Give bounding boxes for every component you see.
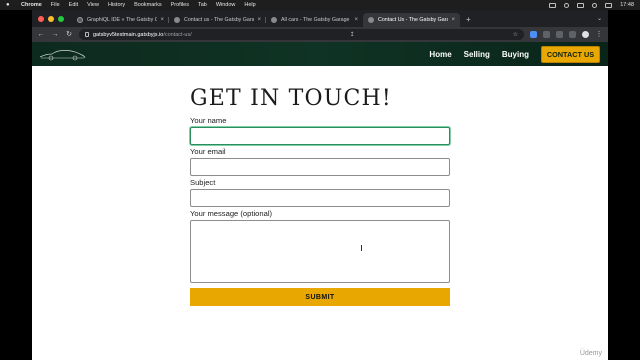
new-tab-button[interactable]: + [460, 15, 477, 27]
focus-icon[interactable] [564, 2, 570, 8]
menu-tab[interactable]: Tab [198, 2, 207, 8]
tab-graphiql[interactable]: GraphiQL IDE « The Gatsby Ga… × [72, 13, 169, 27]
extension-icon[interactable] [543, 31, 550, 38]
tab-title: Contact us - The Gatsby Garage [184, 17, 255, 23]
menu-edit[interactable]: Edit [69, 2, 78, 8]
minimize-window-button[interactable] [48, 16, 54, 22]
url-path: /contact-us/ [163, 31, 192, 38]
submit-button[interactable]: SUBMIT [190, 288, 450, 306]
tab-title: All cars - The Gatsby Garage [281, 17, 350, 23]
macos-menubar: ● Chrome File Edit View History Bookmark… [0, 0, 640, 10]
control-center-icon[interactable] [605, 2, 613, 8]
favicon-icon [271, 17, 277, 23]
close-window-button[interactable] [38, 16, 44, 22]
menu-window[interactable]: Window [216, 2, 236, 8]
email-label: Your email [190, 147, 226, 156]
subject-label: Subject [190, 178, 216, 187]
bookmark-star-icon[interactable]: ☆ [513, 31, 518, 38]
lock-icon[interactable] [85, 32, 89, 37]
close-tab-icon[interactable]: × [257, 17, 261, 23]
contact-us-button[interactable]: CONTACT US [541, 45, 600, 63]
name-input[interactable] [190, 127, 450, 145]
name-label: Your name [190, 116, 227, 125]
chrome-tab-strip: GraphiQL IDE « The Gatsby Ga… × Contact … [32, 10, 608, 27]
menu-app-name[interactable]: Chrome [21, 2, 42, 8]
tab-search-icon[interactable]: ⌄ [597, 15, 608, 27]
close-tab-icon[interactable]: × [451, 17, 455, 23]
share-icon[interactable]: ↥ [350, 31, 355, 38]
menu-profiles[interactable]: Profiles [171, 2, 189, 8]
nav-selling-link[interactable]: Selling [464, 50, 490, 59]
puzzle-icon[interactable] [556, 31, 563, 38]
profile-avatar[interactable] [582, 31, 589, 38]
forward-icon[interactable]: → [51, 31, 59, 39]
contact-form: GET IN TOUCH! Your name Your email Subje… [190, 84, 450, 306]
nav-buying-link[interactable]: Buying [502, 50, 529, 59]
tab-title: Contact Us - The Gatsby Garag… [378, 17, 449, 23]
nav-home-link[interactable]: Home [429, 50, 451, 59]
menubar-status-area: 17:48 [549, 2, 634, 8]
menu-view[interactable]: View [87, 2, 99, 8]
text-cursor-icon [361, 245, 364, 251]
close-tab-icon[interactable]: × [160, 17, 164, 23]
car-logo-icon[interactable] [38, 46, 86, 62]
email-input[interactable] [190, 158, 450, 176]
wordpress-icon [77, 17, 83, 23]
screen: ● Chrome File Edit View History Bookmark… [0, 0, 640, 360]
kebab-menu-icon[interactable]: ⋮ [595, 31, 603, 39]
apple-icon[interactable]: ● [6, 2, 12, 8]
extension-icon[interactable] [530, 31, 537, 38]
tab-contact-us[interactable]: Contact us - The Gatsby Garage × [169, 13, 266, 27]
favicon-icon [174, 17, 180, 23]
site-header: Home Selling Buying CONTACT US [32, 42, 608, 66]
screen-record-icon[interactable] [549, 2, 557, 8]
menu-bookmarks[interactable]: Bookmarks [134, 2, 162, 8]
chrome-toolbar: ← → ↻ gatsbyv5testmain.gatsbyjs.io/conta… [32, 27, 608, 42]
favicon-icon [368, 17, 374, 23]
url-host: gatsbyv5testmain.gatsbyjs.io [93, 31, 164, 38]
back-icon[interactable]: ← [37, 31, 45, 39]
subject-input[interactable] [190, 189, 450, 207]
page-title: GET IN TOUCH! [190, 86, 392, 111]
clock[interactable]: 17:48 [620, 2, 634, 8]
menu-help[interactable]: Help [244, 2, 255, 8]
sidebar-icon[interactable] [569, 31, 576, 38]
web-page: Home Selling Buying CONTACT US GET IN TO… [32, 42, 608, 360]
tab-title: GraphiQL IDE « The Gatsby Ga… [87, 17, 158, 23]
close-tab-icon[interactable]: × [354, 17, 358, 23]
tab-contact-us-active[interactable]: Contact Us - The Gatsby Garag… × [363, 13, 460, 27]
search-icon[interactable] [592, 2, 598, 8]
wifi-icon[interactable] [577, 2, 585, 8]
tab-all-cars[interactable]: All cars - The Gatsby Garage × [266, 13, 363, 27]
address-bar[interactable]: gatsbyv5testmain.gatsbyjs.io/contact-us/… [79, 29, 524, 40]
site-nav: Home Selling Buying CONTACT US [429, 45, 600, 63]
menu-history[interactable]: History [108, 2, 125, 8]
message-label: Your message (optional) [190, 209, 273, 218]
udemy-watermark: Üdemy [579, 350, 602, 357]
reload-icon[interactable]: ↻ [65, 31, 73, 39]
window-controls [32, 16, 72, 27]
maximize-window-button[interactable] [58, 16, 64, 22]
menu-file[interactable]: File [51, 2, 60, 8]
message-textarea[interactable] [190, 220, 450, 283]
